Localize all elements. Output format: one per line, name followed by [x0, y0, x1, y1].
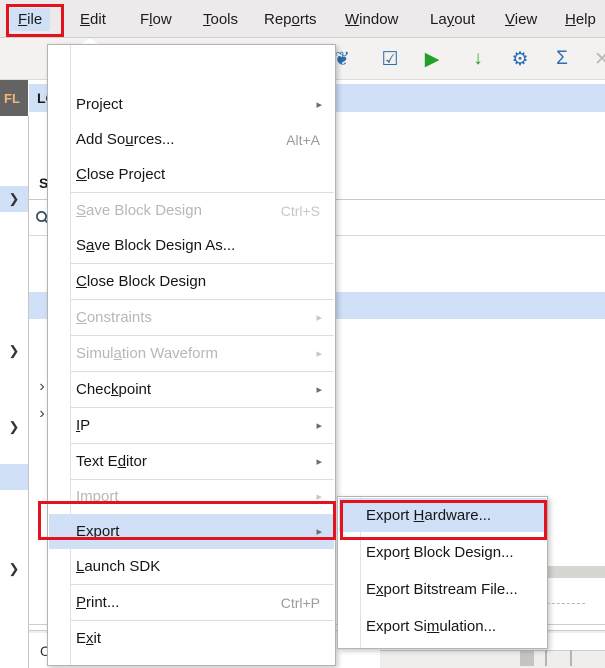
status-box-2	[545, 650, 547, 666]
rail-chevron-5[interactable]: ❯	[0, 556, 28, 582]
menu-item-ip[interactable]: IP ▸	[49, 408, 334, 443]
menubar-item-window[interactable]: Window	[337, 8, 406, 31]
menu-item-export[interactable]: Export ▸	[49, 514, 334, 549]
flow-navigator-rail: ❯ ❯ ❯ ❯	[0, 116, 29, 668]
menubar-item-help[interactable]: Help	[557, 8, 604, 31]
submenu-item-export-simulation[interactable]: Export Simulation...	[339, 609, 546, 643]
menu-item-label: Text Editor	[76, 453, 147, 470]
menu-item-text-editor[interactable]: Text Editor ▸	[49, 444, 334, 479]
menu-item-save-block-design: Save Block Design Ctrl+S	[49, 193, 334, 228]
submenu-arrow-icon: ▸	[316, 491, 322, 503]
vivado-window: ❦☑▶↓⚙Σ✕ FL ❯ ❯ ❯ ❯ LOCK DESIGN - m3_for_…	[0, 0, 605, 668]
status-box-1	[520, 650, 534, 666]
menu-item-label: Add Sources...	[76, 131, 175, 148]
submenu-item-label: Export Block Design...	[366, 543, 514, 561]
menu-item-label: Simulation Waveform	[76, 345, 218, 362]
menu-item-import: Import ▸	[49, 479, 334, 514]
submenu-item-export-hardware[interactable]: Export Hardware...	[339, 498, 546, 532]
menu-item-label: Print...	[76, 594, 120, 611]
menu-item-checkpoint[interactable]: Checkpoint ▸	[49, 372, 334, 407]
file-menu-dropdown: Project ▸ Add Sources... Alt+A Close Project…	[47, 44, 336, 666]
flow-navigator-header: FL	[0, 80, 28, 116]
menu-item-label: Save Block Design	[76, 202, 202, 219]
menu-item-close-block-design[interactable]: Close Block Design	[49, 264, 334, 299]
menu-bar: File Edit Flow Tools Reports Window Layout View…	[0, 0, 605, 38]
flow-navigator-label: FL	[4, 90, 20, 106]
menubar-item-flow[interactable]: Flow	[132, 8, 180, 31]
menubar-item-edit[interactable]: Edit	[72, 8, 114, 31]
menu-item-print[interactable]: Print... Ctrl+P	[49, 585, 334, 620]
menu-item-simulation-waveform: Simulation Waveform ▸	[49, 336, 334, 371]
menu-item-add-sources[interactable]: Add Sources... Alt+A	[49, 122, 334, 157]
cancel-run-icon[interactable]: ✕	[590, 47, 605, 71]
menu-item-shortcut: Ctrl+P	[280, 594, 320, 611]
submenu-item-label: Export Bitstream File...	[366, 580, 518, 598]
submenu-arrow-icon: ▸	[316, 348, 322, 360]
export-submenu-dropdown: Export Hardware... Export Block Design...…	[337, 496, 548, 649]
menubar-item-reports[interactable]: Reports	[256, 8, 325, 31]
menu-item-project[interactable]: Project ▸	[49, 87, 334, 122]
menu-item-shortcut: Ctrl+S	[280, 202, 320, 219]
rail-chevron-4[interactable]	[0, 464, 28, 490]
menu-item-label: IP	[76, 417, 91, 434]
sigma-report-icon[interactable]: Σ	[550, 47, 574, 71]
generate-bitstream-icon[interactable]: ↓	[466, 47, 490, 71]
menubar-item-view[interactable]: View	[497, 8, 545, 31]
submenu-arrow-icon: ▸	[316, 420, 322, 432]
menu-item-label: Close Project	[76, 166, 166, 183]
submenu-arrow-icon: ▸	[316, 526, 322, 538]
menubar-item-file[interactable]: File	[10, 8, 51, 31]
menu-item-label: Close Block Design	[76, 273, 207, 290]
status-box-3	[570, 650, 572, 666]
menu-item-label: Checkpoint	[76, 381, 152, 398]
rail-chevron-2[interactable]: ❯	[0, 338, 28, 364]
menu-item-close-project[interactable]: Close Project	[49, 157, 334, 192]
submenu-item-export-bitstream-file[interactable]: Export Bitstream File...	[339, 572, 546, 606]
run-icon[interactable]: ▶	[420, 47, 444, 71]
rail-chevron-1[interactable]: ❯	[0, 186, 28, 212]
menu-item-launch-sdk[interactable]: Launch SDK	[49, 549, 334, 584]
submenu-item-label: Export Hardware...	[366, 506, 492, 524]
settings-gear-icon[interactable]: ⚙	[508, 47, 532, 71]
menu-item-shortcut: Alt+A	[286, 131, 320, 148]
menubar-item-tools[interactable]: Tools	[195, 8, 246, 31]
rail-chevron-3[interactable]: ❯	[0, 414, 28, 440]
submenu-arrow-icon: ▸	[316, 456, 322, 468]
menu-item-label: Save Block Design As...	[76, 237, 236, 254]
menu-item-label: Import	[76, 488, 119, 505]
menu-item-label: Export	[76, 523, 120, 540]
menubar-item-layout[interactable]: Layout	[422, 8, 483, 31]
menu-item-label: Launch SDK	[76, 558, 161, 575]
validate-design-icon[interactable]: ☑	[378, 47, 402, 71]
menu-item-label: Constraints	[76, 309, 152, 326]
menu-item-label: Exit	[76, 630, 102, 647]
submenu-arrow-icon: ▸	[316, 99, 322, 111]
submenu-arrow-icon: ▸	[316, 312, 322, 324]
menu-item-label: Project	[76, 96, 123, 113]
submenu-item-export-block-design[interactable]: Export Block Design...	[339, 535, 546, 569]
menu-item-constraints: Constraints ▸	[49, 300, 334, 335]
submenu-item-label: Export Simulation...	[366, 617, 497, 635]
menu-item-save-block-design-as[interactable]: Save Block Design As...	[49, 228, 334, 263]
submenu-arrow-icon: ▸	[316, 384, 322, 396]
menu-item-exit[interactable]: Exit	[49, 621, 334, 656]
